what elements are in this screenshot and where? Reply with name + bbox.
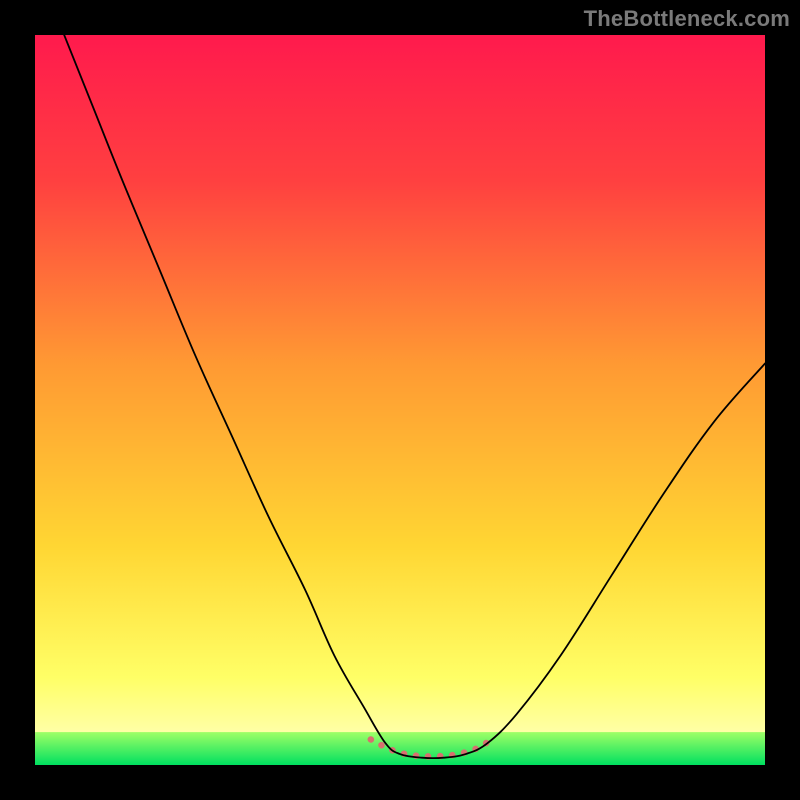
chart-frame: TheBottleneck.com: [0, 0, 800, 800]
watermark-text: TheBottleneck.com: [584, 6, 790, 32]
plot-area: [35, 35, 765, 765]
plot-svg: [35, 35, 765, 765]
bottom-green-band: [35, 732, 765, 765]
gradient-background: [35, 35, 765, 765]
